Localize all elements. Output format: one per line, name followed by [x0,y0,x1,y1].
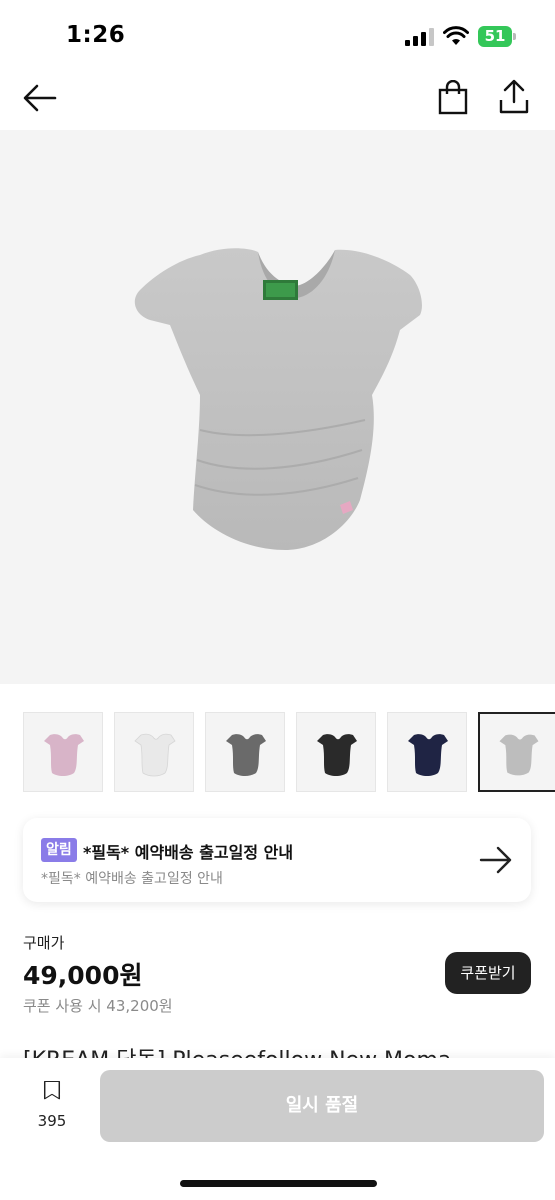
price-label: 구매가 [23,934,65,952]
thumbnail-gray-selected[interactable] [478,712,555,792]
coupon-price-text: 쿠폰 사용 시 43,200원 [23,997,173,1015]
shopping-bag-icon[interactable] [436,80,470,116]
status-bar: 1:26 51 [0,0,555,70]
tshirt-gray-icon [499,734,539,776]
bookmark-icon[interactable] [30,1080,74,1114]
wifi-icon [443,26,469,45]
tshirt-charcoal-icon [226,734,266,776]
signal-icon [405,28,434,46]
notice-title: *필독* 예약배송 출고일정 안내 [83,843,294,862]
tshirt-illustration [134,248,422,550]
tshirt-black-icon [317,734,357,776]
home-indicator [180,1180,377,1187]
app-header [0,70,555,130]
battery-icon: 51 [478,26,516,47]
product-main-image[interactable] [0,130,555,684]
notice-tag: 알림 [41,838,77,862]
back-arrow-icon[interactable] [22,80,58,116]
battery-level: 51 [484,27,506,45]
tshirt-navy-icon [408,734,448,776]
color-thumbnails [23,712,555,792]
price-value: 49,000원 [23,961,143,990]
notice-card[interactable]: 알림 *필독* 예약배송 출고일정 안내 *필독* 예약배송 출고일정 안내 [23,818,531,902]
share-icon[interactable] [497,78,531,116]
arrow-right-icon[interactable] [478,844,514,876]
sold-out-button[interactable]: 일시 품절 [100,1070,544,1142]
tshirt-pink-icon [44,734,84,776]
bottom-action-bar: 395 일시 품절 [0,1058,555,1200]
thumbnail-black[interactable] [296,712,376,792]
get-coupon-button[interactable]: 쿠폰받기 [445,952,531,994]
tshirt-white-icon [134,733,176,777]
thumbnail-white[interactable] [114,712,194,792]
thumbnail-pink[interactable] [23,712,103,792]
status-time: 1:26 [66,22,126,48]
bookmark-count: 395 [37,1112,67,1130]
thumbnail-charcoal[interactable] [205,712,285,792]
thumbnail-navy[interactable] [387,712,467,792]
notice-subtitle: *필독* 예약배송 출고일정 안내 [41,871,223,887]
